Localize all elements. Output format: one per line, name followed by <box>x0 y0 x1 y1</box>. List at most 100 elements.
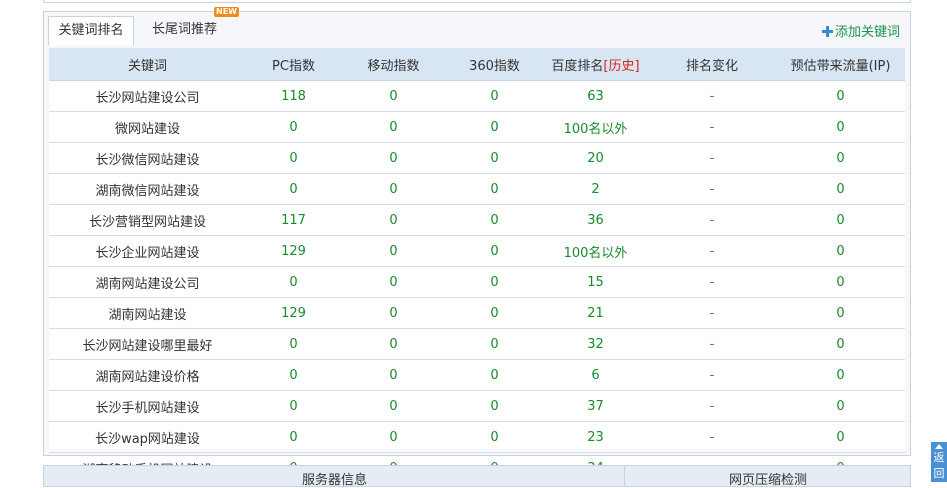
table-row: 湖南微信网站建设 0 0 0 2-0 <box>49 173 905 205</box>
table-row: 长沙手机网站建设 0 0 0 37-0 <box>49 390 905 422</box>
arrow-up-icon <box>935 444 943 449</box>
cell-pc-index: 129 <box>246 297 341 329</box>
cell-rank-change: - <box>648 421 776 453</box>
header-rank-change: 排名变化 <box>648 48 776 81</box>
cell-baidu-rank: 6 <box>543 359 648 391</box>
cell-rank-change: - <box>648 359 776 391</box>
cell-keyword: 湖南网站建设 <box>49 297 246 329</box>
cell-keyword: 湖南微信网站建设 <box>49 173 246 205</box>
bottom-divider <box>624 466 625 486</box>
add-keyword-link[interactable]: 添加关键词 <box>821 21 900 40</box>
cell-traffic: 0 <box>776 235 905 267</box>
cell-traffic: 0 <box>776 297 905 329</box>
cell-baidu-rank: 100名以外 <box>543 235 648 267</box>
cell-360-index: 0 <box>446 142 543 174</box>
cell-pc-index: 118 <box>246 80 341 112</box>
add-keyword-label: 添加关键词 <box>834 25 900 40</box>
cell-mobile-index: 0 <box>341 80 446 112</box>
cell-360-index: 0 <box>446 390 543 422</box>
cell-mobile-index: 0 <box>341 111 446 143</box>
cell-mobile-index: 0 <box>341 142 446 174</box>
cell-keyword: 长沙wap网站建设 <box>49 421 246 453</box>
table-row: 湖南网站建设价格 0 0 0 6-0 <box>49 359 905 391</box>
cell-mobile-index: 0 <box>341 297 446 329</box>
table-row: 长沙网站建设公司 118 0 0 63-0 <box>49 80 905 112</box>
bottom-panels-header: 服务器信息 网页压缩检测 <box>43 465 911 488</box>
server-info-title: 服务器信息 <box>302 473 368 488</box>
cell-pc-index: 0 <box>246 359 341 391</box>
cell-mobile-index: 0 <box>341 359 446 391</box>
plus-icon <box>821 26 833 37</box>
cell-keyword: 长沙企业网站建设 <box>49 235 246 267</box>
back-to-top-label: 返回 <box>933 451 945 480</box>
cell-pc-index: 0 <box>246 111 341 143</box>
cell-traffic: 0 <box>776 111 905 143</box>
cell-traffic: 0 <box>776 80 905 112</box>
cell-baidu-rank: 21 <box>543 297 648 329</box>
cell-mobile-index: 0 <box>341 235 446 267</box>
table-row: 湖南网站建设公司 0 0 0 15-0 <box>49 266 905 298</box>
cell-keyword: 微网站建设 <box>49 111 246 143</box>
panel-tabs: 关键词排名 长尾词推荐 NEW 添加关键词 <box>44 7 910 46</box>
cell-360-index: 0 <box>446 173 543 205</box>
cell-pc-index: 0 <box>246 266 341 298</box>
cell-360-index: 0 <box>446 297 543 329</box>
cell-pc-index: 0 <box>246 328 341 360</box>
table-row: 长沙微信网站建设 0 0 0 20-0 <box>49 142 905 174</box>
compression-check-title: 网页压缩检测 <box>729 473 808 488</box>
cell-traffic: 0 <box>776 390 905 422</box>
keyword-table: 关键词 PC指数 移动指数 360指数 百度排名[历史] 排名变化 预估带来流量… <box>49 48 905 484</box>
cell-baidu-rank: 63 <box>543 80 648 112</box>
cell-mobile-index: 0 <box>341 173 446 205</box>
table-row: 微网站建设 0 0 0 100名以外 -0 <box>49 111 905 143</box>
back-to-top-button[interactable]: 返回 <box>931 442 947 482</box>
tab-keyword-ranking[interactable]: 关键词排名 <box>48 16 134 46</box>
cell-mobile-index: 0 <box>341 328 446 360</box>
cell-baidu-rank: 2 <box>543 173 648 205</box>
cell-360-index: 0 <box>446 111 543 143</box>
header-baidu-rank: 百度排名[历史] <box>543 48 648 81</box>
cell-360-index: 0 <box>446 328 543 360</box>
cell-rank-change: - <box>648 142 776 174</box>
cell-rank-change: - <box>648 80 776 112</box>
cell-rank-change: - <box>648 235 776 267</box>
cell-rank-change: - <box>648 204 776 236</box>
cell-baidu-rank: 23 <box>543 421 648 453</box>
new-badge: NEW <box>214 7 239 17</box>
cell-baidu-rank: 32 <box>543 328 648 360</box>
cell-360-index: 0 <box>446 204 543 236</box>
table-row: 长沙营销型网站建设 117 0 0 36-0 <box>49 204 905 236</box>
cell-rank-change: - <box>648 390 776 422</box>
cell-keyword: 湖南网站建设价格 <box>49 359 246 391</box>
cell-rank-change: - <box>648 111 776 143</box>
cell-traffic: 0 <box>776 359 905 391</box>
cell-rank-change: - <box>648 173 776 205</box>
cell-traffic: 0 <box>776 204 905 236</box>
cell-traffic: 0 <box>776 421 905 453</box>
cell-baidu-rank: 15 <box>543 266 648 298</box>
cell-mobile-index: 0 <box>341 266 446 298</box>
cell-360-index: 0 <box>446 266 543 298</box>
cell-keyword: 长沙网站建设公司 <box>49 80 246 112</box>
cell-baidu-rank: 36 <box>543 204 648 236</box>
cell-rank-change: - <box>648 328 776 360</box>
cell-pc-index: 0 <box>246 173 341 205</box>
header-360-index: 360指数 <box>446 48 543 81</box>
table-row: 长沙网站建设哪里最好 0 0 0 32-0 <box>49 328 905 360</box>
cell-rank-change: - <box>648 297 776 329</box>
cell-pc-index: 129 <box>246 235 341 267</box>
cell-mobile-index: 0 <box>341 204 446 236</box>
tab-longtail-recommend[interactable]: 长尾词推荐 <box>152 16 217 44</box>
cell-pc-index: 0 <box>246 142 341 174</box>
cell-rank-change: - <box>648 266 776 298</box>
cell-360-index: 0 <box>446 421 543 453</box>
cell-keyword: 长沙营销型网站建设 <box>49 204 246 236</box>
table-header-row: 关键词 PC指数 移动指数 360指数 百度排名[历史] 排名变化 预估带来流量… <box>49 48 905 81</box>
cell-baidu-rank: 100名以外 <box>543 111 648 143</box>
cell-mobile-index: 0 <box>341 421 446 453</box>
cell-traffic: 0 <box>776 173 905 205</box>
history-link[interactable]: [历史] <box>603 59 639 74</box>
cell-pc-index: 0 <box>246 421 341 453</box>
cell-traffic: 0 <box>776 328 905 360</box>
keyword-ranking-panel: 关键词排名 长尾词推荐 NEW 添加关键词 关键词 PC指数 移动指数 360指… <box>43 7 911 484</box>
